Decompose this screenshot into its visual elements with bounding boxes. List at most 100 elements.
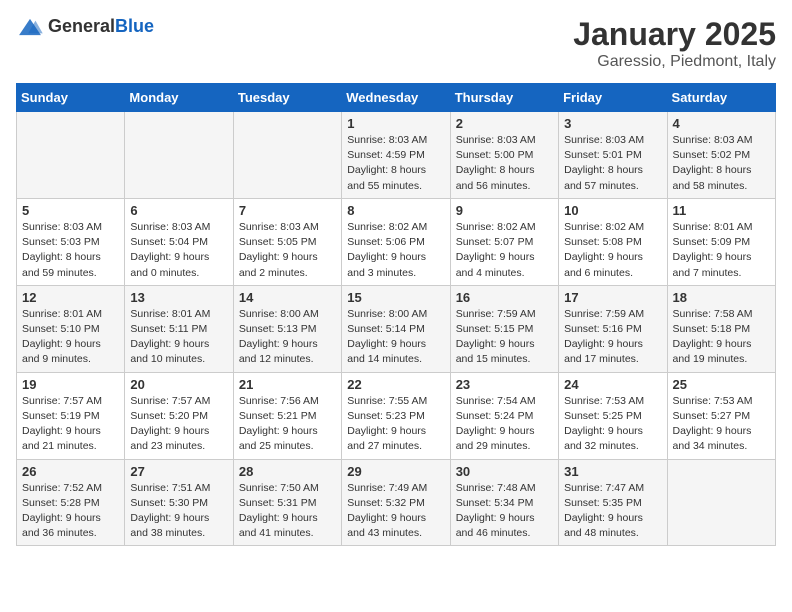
- calendar-cell: 17Sunrise: 7:59 AM Sunset: 5:16 PM Dayli…: [559, 285, 667, 372]
- day-info: Sunrise: 7:53 AM Sunset: 5:25 PM Dayligh…: [564, 394, 661, 455]
- day-info: Sunrise: 8:03 AM Sunset: 5:01 PM Dayligh…: [564, 133, 661, 194]
- day-info: Sunrise: 8:00 AM Sunset: 5:14 PM Dayligh…: [347, 307, 444, 368]
- calendar-cell: 1Sunrise: 8:03 AM Sunset: 4:59 PM Daylig…: [342, 112, 450, 199]
- calendar-cell: 21 Sunrise: 7:56 AM Sunset: 5:21 PM Dayli…: [233, 372, 341, 459]
- main-title: January 2025: [573, 16, 776, 53]
- calendar-week-5: 26 Sunrise: 7:52 AM Sunset: 5:28 PM Dayli…: [17, 459, 776, 546]
- day-info: Sunrise: 8:01 AM Sunset: 5:10 PM Dayligh…: [22, 307, 119, 368]
- day-info: Sunrise: 7:55 AM Sunset: 5:23 PM Dayligh…: [347, 394, 444, 455]
- calendar-week-4: 19 Sunrise: 7:57 AM Sunset: 5:19 PM Dayli…: [17, 372, 776, 459]
- day-number: 11: [673, 203, 770, 218]
- day-info: Sunrise: 7:56 AM Sunset: 5:21 PM Dayligh…: [239, 394, 336, 455]
- calendar-header: SundayMondayTuesdayWednesdayThursdayFrid…: [17, 84, 776, 112]
- header-cell-thursday: Thursday: [450, 84, 558, 112]
- header-cell-monday: Monday: [125, 84, 233, 112]
- header-cell-wednesday: Wednesday: [342, 84, 450, 112]
- day-number: 20: [130, 377, 227, 392]
- day-info: Sunrise: 8:03 AM Sunset: 5:05 PM Dayligh…: [239, 220, 336, 281]
- day-number: 21: [239, 377, 336, 392]
- calendar-cell: 19 Sunrise: 7:57 AM Sunset: 5:19 PM Dayli…: [17, 372, 125, 459]
- header-cell-friday: Friday: [559, 84, 667, 112]
- calendar-cell: 29 Sunrise: 7:49 AM Sunset: 5:32 PM Dayli…: [342, 459, 450, 546]
- calendar-cell: 8 Sunrise: 8:02 AM Sunset: 5:06 PM Daylig…: [342, 198, 450, 285]
- calendar-table: SundayMondayTuesdayWednesdayThursdayFrid…: [16, 83, 776, 546]
- day-number: 22: [347, 377, 444, 392]
- calendar-cell: 22 Sunrise: 7:55 AM Sunset: 5:23 PM Dayli…: [342, 372, 450, 459]
- calendar-cell: 3 Sunrise: 8:03 AM Sunset: 5:01 PM Daylig…: [559, 112, 667, 199]
- day-number: 8: [347, 203, 444, 218]
- day-info: Sunrise: 7:57 AM Sunset: 5:19 PM Dayligh…: [22, 394, 119, 455]
- calendar-cell: 13Sunrise: 8:01 AM Sunset: 5:11 PM Dayli…: [125, 285, 233, 372]
- calendar-cell: 10 Sunrise: 8:02 AM Sunset: 5:08 PM Dayli…: [559, 198, 667, 285]
- day-number: 27: [130, 464, 227, 479]
- day-number: 13: [130, 290, 227, 305]
- logo: GeneralBlue: [16, 16, 154, 37]
- logo-blue: Blue: [115, 16, 154, 36]
- header-cell-tuesday: Tuesday: [233, 84, 341, 112]
- day-info: Sunrise: 8:01 AM Sunset: 5:09 PM Dayligh…: [673, 220, 770, 281]
- day-info: Sunrise: 7:49 AM Sunset: 5:32 PM Dayligh…: [347, 481, 444, 542]
- day-number: 16: [456, 290, 553, 305]
- subtitle: Garessio, Piedmont, Italy: [573, 53, 776, 71]
- calendar-cell: 7 Sunrise: 8:03 AM Sunset: 5:05 PM Daylig…: [233, 198, 341, 285]
- calendar-cell: 20Sunrise: 7:57 AM Sunset: 5:20 PM Dayli…: [125, 372, 233, 459]
- calendar-cell: 31 Sunrise: 7:47 AM Sunset: 5:35 PM Dayli…: [559, 459, 667, 546]
- day-number: 24: [564, 377, 661, 392]
- day-number: 18: [673, 290, 770, 305]
- day-number: 3: [564, 116, 661, 131]
- logo-text: GeneralBlue: [48, 16, 154, 37]
- day-number: 1: [347, 116, 444, 131]
- day-number: 17: [564, 290, 661, 305]
- day-number: 29: [347, 464, 444, 479]
- day-info: Sunrise: 8:00 AM Sunset: 5:13 PM Dayligh…: [239, 307, 336, 368]
- day-info: Sunrise: 7:52 AM Sunset: 5:28 PM Dayligh…: [22, 481, 119, 542]
- calendar-cell: 26 Sunrise: 7:52 AM Sunset: 5:28 PM Dayli…: [17, 459, 125, 546]
- day-number: 26: [22, 464, 119, 479]
- calendar-cell: 11 Sunrise: 8:01 AM Sunset: 5:09 PM Dayli…: [667, 198, 775, 285]
- calendar-cell: 9Sunrise: 8:02 AM Sunset: 5:07 PM Daylig…: [450, 198, 558, 285]
- day-number: 19: [22, 377, 119, 392]
- day-number: 14: [239, 290, 336, 305]
- calendar-cell: 28Sunrise: 7:50 AM Sunset: 5:31 PM Dayli…: [233, 459, 341, 546]
- day-number: 15: [347, 290, 444, 305]
- day-info: Sunrise: 8:02 AM Sunset: 5:06 PM Dayligh…: [347, 220, 444, 281]
- day-number: 4: [673, 116, 770, 131]
- day-number: 5: [22, 203, 119, 218]
- page-header: GeneralBlue January 2025 Garessio, Piedm…: [16, 16, 776, 71]
- calendar-cell: 6Sunrise: 8:03 AM Sunset: 5:04 PM Daylig…: [125, 198, 233, 285]
- day-info: Sunrise: 8:02 AM Sunset: 5:07 PM Dayligh…: [456, 220, 553, 281]
- calendar-cell: [233, 112, 341, 199]
- day-number: 25: [673, 377, 770, 392]
- header-cell-sunday: Sunday: [17, 84, 125, 112]
- calendar-week-2: 5 Sunrise: 8:03 AM Sunset: 5:03 PM Daylig…: [17, 198, 776, 285]
- day-info: Sunrise: 8:03 AM Sunset: 5:03 PM Dayligh…: [22, 220, 119, 281]
- title-block: January 2025 Garessio, Piedmont, Italy: [573, 16, 776, 71]
- calendar-cell: 16 Sunrise: 7:59 AM Sunset: 5:15 PM Dayli…: [450, 285, 558, 372]
- day-number: 7: [239, 203, 336, 218]
- day-info: Sunrise: 8:02 AM Sunset: 5:08 PM Dayligh…: [564, 220, 661, 281]
- day-info: Sunrise: 8:03 AM Sunset: 5:00 PM Dayligh…: [456, 133, 553, 194]
- logo-icon: [16, 17, 44, 37]
- day-number: 10: [564, 203, 661, 218]
- day-number: 30: [456, 464, 553, 479]
- day-info: Sunrise: 7:48 AM Sunset: 5:34 PM Dayligh…: [456, 481, 553, 542]
- calendar-cell: 15 Sunrise: 8:00 AM Sunset: 5:14 PM Dayli…: [342, 285, 450, 372]
- logo-general: General: [48, 16, 115, 36]
- calendar-cell: 4Sunrise: 8:03 AM Sunset: 5:02 PM Daylig…: [667, 112, 775, 199]
- day-number: 31: [564, 464, 661, 479]
- calendar-cell: 24 Sunrise: 7:53 AM Sunset: 5:25 PM Dayli…: [559, 372, 667, 459]
- calendar-cell: 25Sunrise: 7:53 AM Sunset: 5:27 PM Dayli…: [667, 372, 775, 459]
- day-number: 2: [456, 116, 553, 131]
- day-info: Sunrise: 7:59 AM Sunset: 5:15 PM Dayligh…: [456, 307, 553, 368]
- day-info: Sunrise: 7:47 AM Sunset: 5:35 PM Dayligh…: [564, 481, 661, 542]
- calendar-cell: [17, 112, 125, 199]
- day-info: Sunrise: 7:51 AM Sunset: 5:30 PM Dayligh…: [130, 481, 227, 542]
- calendar-cell: 2 Sunrise: 8:03 AM Sunset: 5:00 PM Daylig…: [450, 112, 558, 199]
- day-number: 6: [130, 203, 227, 218]
- calendar-cell: [125, 112, 233, 199]
- calendar-cell: 18Sunrise: 7:58 AM Sunset: 5:18 PM Dayli…: [667, 285, 775, 372]
- day-number: 12: [22, 290, 119, 305]
- calendar-cell: 14 Sunrise: 8:00 AM Sunset: 5:13 PM Dayli…: [233, 285, 341, 372]
- calendar-cell: 27 Sunrise: 7:51 AM Sunset: 5:30 PM Dayli…: [125, 459, 233, 546]
- day-number: 28: [239, 464, 336, 479]
